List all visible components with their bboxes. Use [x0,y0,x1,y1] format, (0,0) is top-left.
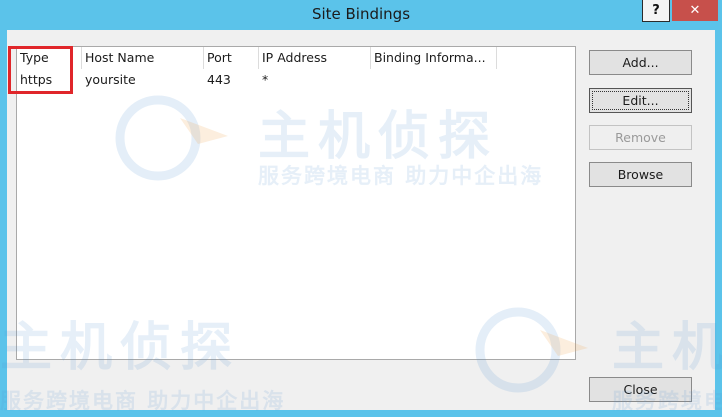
remove-button[interactable]: Remove [589,125,692,150]
close-window-button[interactable]: ✕ [672,0,718,21]
bindings-list[interactable]: Type Host Name Port IP Address Binding I… [16,46,576,360]
close-button[interactable]: Close [589,377,692,402]
column-header-ip-address[interactable]: IP Address [259,47,371,69]
column-header-type[interactable]: Type [17,47,82,69]
cell-binding-information [371,69,497,91]
list-header: Type Host Name Port IP Address Binding I… [17,47,497,69]
binding-row[interactable]: https yoursite 443 * [17,69,497,91]
edit-button[interactable]: Edit... [589,88,692,113]
help-button[interactable]: ? [642,0,670,22]
column-header-binding-information[interactable]: Binding Informa... [371,47,497,69]
cell-ip-address: * [262,72,269,87]
column-header-port[interactable]: Port [204,47,259,69]
cell-type: https [20,72,53,87]
window-title: Site Bindings [311,5,411,23]
browse-button[interactable]: Browse [589,162,692,187]
cell-host-name: yoursite [85,72,136,87]
column-header-host-name[interactable]: Host Name [82,47,204,69]
dialog-client-area: Type Host Name Port IP Address Binding I… [7,30,715,410]
title-bar: Site Bindings ? ✕ [0,0,722,30]
cell-port: 443 [207,72,231,87]
add-button[interactable]: Add... [589,50,692,75]
